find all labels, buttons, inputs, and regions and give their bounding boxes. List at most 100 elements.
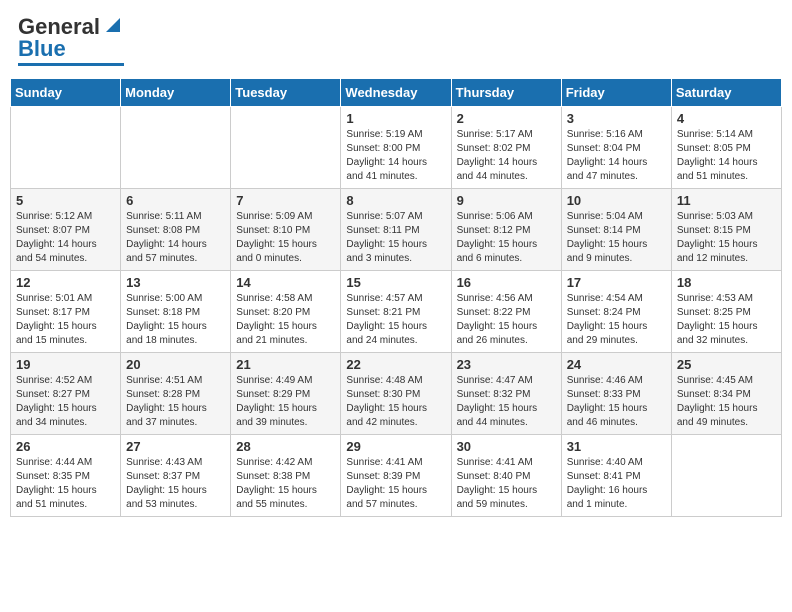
logo-underline [18,63,124,66]
calendar-day-cell: 21 Sunrise: 4:49 AMSunset: 8:29 PMDaylig… [231,353,341,435]
day-detail: Sunrise: 4:43 AMSunset: 8:37 PMDaylight:… [126,456,225,512]
calendar-day-cell [11,107,121,189]
day-number: 19 [16,357,115,372]
day-detail: Sunrise: 5:11 AMSunset: 8:08 PMDaylight:… [126,210,225,266]
day-detail: Sunrise: 4:47 AMSunset: 8:32 PMDaylight:… [457,374,556,430]
calendar-week-row: 12 Sunrise: 5:01 AMSunset: 8:17 PMDaylig… [11,271,782,353]
calendar-day-cell: 19 Sunrise: 4:52 AMSunset: 8:27 PMDaylig… [11,353,121,435]
calendar-week-row: 19 Sunrise: 4:52 AMSunset: 8:27 PMDaylig… [11,353,782,435]
calendar-day-cell: 12 Sunrise: 5:01 AMSunset: 8:17 PMDaylig… [11,271,121,353]
day-detail: Sunrise: 4:44 AMSunset: 8:35 PMDaylight:… [16,456,115,512]
calendar-day-cell: 7 Sunrise: 5:09 AMSunset: 8:10 PMDayligh… [231,189,341,271]
calendar-day-cell: 27 Sunrise: 4:43 AMSunset: 8:37 PMDaylig… [121,435,231,517]
logo-triangle-icon [102,14,124,36]
day-number: 8 [346,193,445,208]
day-number: 14 [236,275,335,290]
day-detail: Sunrise: 4:41 AMSunset: 8:39 PMDaylight:… [346,456,445,512]
weekday-header-saturday: Saturday [671,79,781,107]
day-number: 3 [567,111,666,126]
day-number: 10 [567,193,666,208]
calendar-table: SundayMondayTuesdayWednesdayThursdayFrid… [10,78,782,517]
day-detail: Sunrise: 4:54 AMSunset: 8:24 PMDaylight:… [567,292,666,348]
day-number: 15 [346,275,445,290]
day-number: 17 [567,275,666,290]
calendar-day-cell: 16 Sunrise: 4:56 AMSunset: 8:22 PMDaylig… [451,271,561,353]
day-detail: Sunrise: 5:12 AMSunset: 8:07 PMDaylight:… [16,210,115,266]
day-number: 25 [677,357,776,372]
calendar-day-cell: 20 Sunrise: 4:51 AMSunset: 8:28 PMDaylig… [121,353,231,435]
weekday-header-sunday: Sunday [11,79,121,107]
calendar-day-cell: 11 Sunrise: 5:03 AMSunset: 8:15 PMDaylig… [671,189,781,271]
day-detail: Sunrise: 5:09 AMSunset: 8:10 PMDaylight:… [236,210,335,266]
day-detail: Sunrise: 5:19 AMSunset: 8:00 PMDaylight:… [346,128,445,184]
day-detail: Sunrise: 4:56 AMSunset: 8:22 PMDaylight:… [457,292,556,348]
day-number: 23 [457,357,556,372]
calendar-week-row: 26 Sunrise: 4:44 AMSunset: 8:35 PMDaylig… [11,435,782,517]
calendar-header-row: SundayMondayTuesdayWednesdayThursdayFrid… [11,79,782,107]
calendar-day-cell: 17 Sunrise: 4:54 AMSunset: 8:24 PMDaylig… [561,271,671,353]
day-detail: Sunrise: 4:57 AMSunset: 8:21 PMDaylight:… [346,292,445,348]
calendar-day-cell: 6 Sunrise: 5:11 AMSunset: 8:08 PMDayligh… [121,189,231,271]
page-header: General Blue [10,10,782,70]
logo: General Blue [18,14,124,66]
calendar-day-cell: 13 Sunrise: 5:00 AMSunset: 8:18 PMDaylig… [121,271,231,353]
day-detail: Sunrise: 5:14 AMSunset: 8:05 PMDaylight:… [677,128,776,184]
day-number: 24 [567,357,666,372]
calendar-day-cell: 24 Sunrise: 4:46 AMSunset: 8:33 PMDaylig… [561,353,671,435]
calendar-day-cell: 9 Sunrise: 5:06 AMSunset: 8:12 PMDayligh… [451,189,561,271]
day-number: 31 [567,439,666,454]
day-number: 9 [457,193,556,208]
day-detail: Sunrise: 4:58 AMSunset: 8:20 PMDaylight:… [236,292,335,348]
weekday-header-thursday: Thursday [451,79,561,107]
calendar-day-cell: 10 Sunrise: 5:04 AMSunset: 8:14 PMDaylig… [561,189,671,271]
day-number: 18 [677,275,776,290]
calendar-day-cell: 2 Sunrise: 5:17 AMSunset: 8:02 PMDayligh… [451,107,561,189]
day-number: 22 [346,357,445,372]
day-number: 16 [457,275,556,290]
calendar-day-cell: 31 Sunrise: 4:40 AMSunset: 8:41 PMDaylig… [561,435,671,517]
day-number: 6 [126,193,225,208]
day-detail: Sunrise: 5:17 AMSunset: 8:02 PMDaylight:… [457,128,556,184]
day-detail: Sunrise: 4:46 AMSunset: 8:33 PMDaylight:… [567,374,666,430]
calendar-day-cell: 26 Sunrise: 4:44 AMSunset: 8:35 PMDaylig… [11,435,121,517]
calendar-day-cell: 29 Sunrise: 4:41 AMSunset: 8:39 PMDaylig… [341,435,451,517]
day-detail: Sunrise: 4:53 AMSunset: 8:25 PMDaylight:… [677,292,776,348]
calendar-day-cell: 14 Sunrise: 4:58 AMSunset: 8:20 PMDaylig… [231,271,341,353]
day-detail: Sunrise: 5:03 AMSunset: 8:15 PMDaylight:… [677,210,776,266]
day-number: 28 [236,439,335,454]
day-number: 26 [16,439,115,454]
day-number: 11 [677,193,776,208]
calendar-week-row: 1 Sunrise: 5:19 AMSunset: 8:00 PMDayligh… [11,107,782,189]
day-number: 12 [16,275,115,290]
day-number: 4 [677,111,776,126]
calendar-day-cell [671,435,781,517]
day-number: 7 [236,193,335,208]
day-number: 27 [126,439,225,454]
calendar-day-cell: 30 Sunrise: 4:41 AMSunset: 8:40 PMDaylig… [451,435,561,517]
calendar-day-cell [121,107,231,189]
logo-text-blue: Blue [18,36,66,62]
day-detail: Sunrise: 4:48 AMSunset: 8:30 PMDaylight:… [346,374,445,430]
calendar-day-cell: 22 Sunrise: 4:48 AMSunset: 8:30 PMDaylig… [341,353,451,435]
calendar-day-cell: 1 Sunrise: 5:19 AMSunset: 8:00 PMDayligh… [341,107,451,189]
day-detail: Sunrise: 4:52 AMSunset: 8:27 PMDaylight:… [16,374,115,430]
day-number: 1 [346,111,445,126]
day-detail: Sunrise: 4:42 AMSunset: 8:38 PMDaylight:… [236,456,335,512]
calendar-day-cell: 4 Sunrise: 5:14 AMSunset: 8:05 PMDayligh… [671,107,781,189]
calendar-day-cell: 25 Sunrise: 4:45 AMSunset: 8:34 PMDaylig… [671,353,781,435]
calendar-day-cell [231,107,341,189]
day-number: 21 [236,357,335,372]
day-number: 30 [457,439,556,454]
weekday-header-friday: Friday [561,79,671,107]
calendar-day-cell: 18 Sunrise: 4:53 AMSunset: 8:25 PMDaylig… [671,271,781,353]
day-number: 13 [126,275,225,290]
calendar-day-cell: 5 Sunrise: 5:12 AMSunset: 8:07 PMDayligh… [11,189,121,271]
day-number: 20 [126,357,225,372]
day-detail: Sunrise: 5:00 AMSunset: 8:18 PMDaylight:… [126,292,225,348]
calendar-day-cell: 28 Sunrise: 4:42 AMSunset: 8:38 PMDaylig… [231,435,341,517]
calendar-week-row: 5 Sunrise: 5:12 AMSunset: 8:07 PMDayligh… [11,189,782,271]
day-detail: Sunrise: 5:16 AMSunset: 8:04 PMDaylight:… [567,128,666,184]
day-detail: Sunrise: 4:41 AMSunset: 8:40 PMDaylight:… [457,456,556,512]
day-detail: Sunrise: 5:04 AMSunset: 8:14 PMDaylight:… [567,210,666,266]
day-number: 2 [457,111,556,126]
